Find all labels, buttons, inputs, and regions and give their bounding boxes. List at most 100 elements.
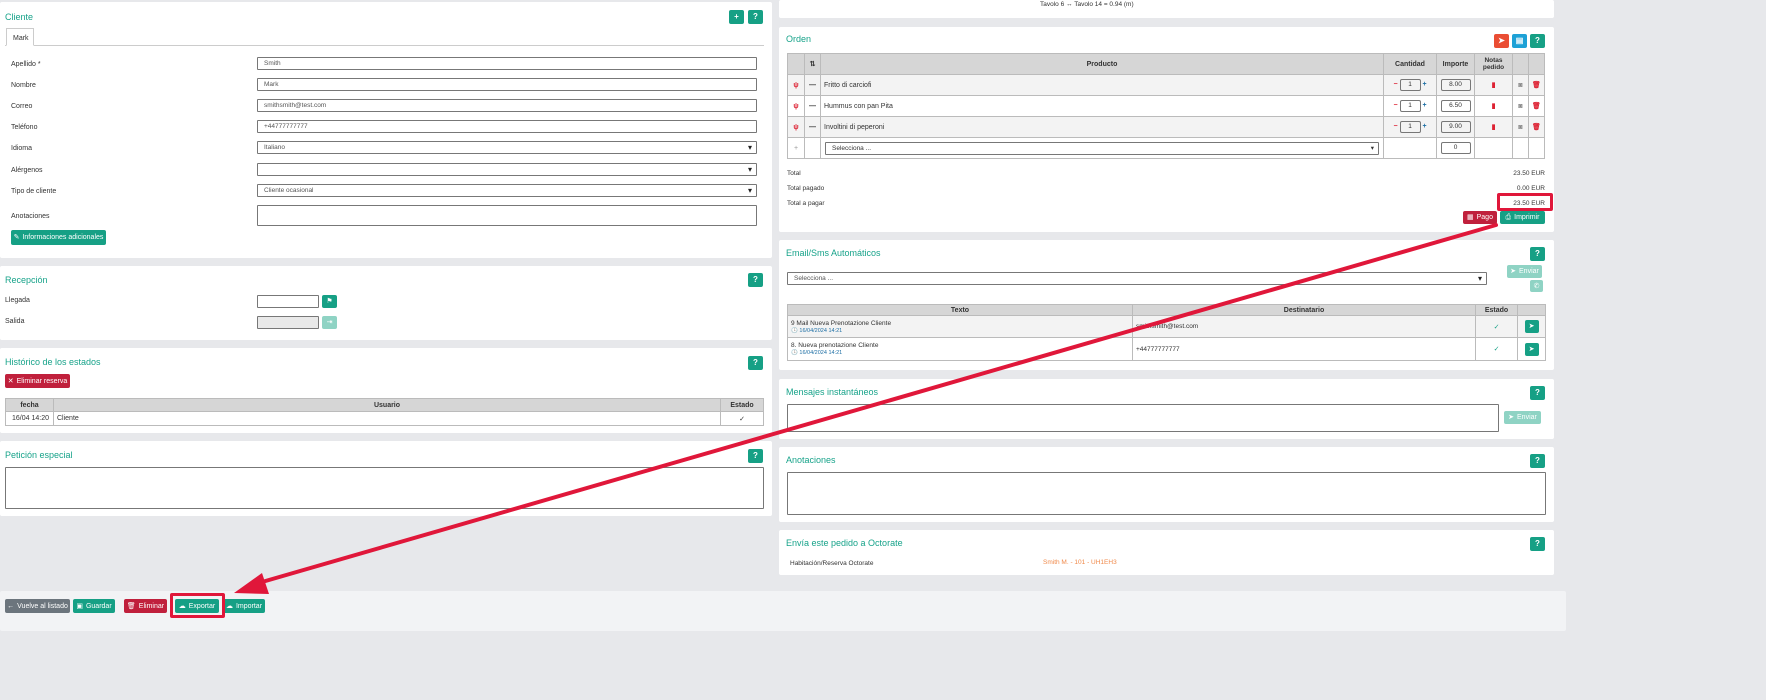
salida-exit-button[interactable]: ⇥ <box>322 316 337 329</box>
minus-icon[interactable]: − <box>1393 102 1397 109</box>
note-icon[interactable]: ▮ <box>1474 95 1513 117</box>
anotaciones-panel: Anotaciones ? <box>779 447 1554 522</box>
imprimir-button[interactable]: ⎙ Imprimir <box>1500 211 1545 224</box>
minus-icon[interactable]: − <box>1393 81 1397 88</box>
sent-check-icon: ✓ <box>1475 315 1518 338</box>
total-pagar-highlight-box <box>1497 193 1553 211</box>
email-enviar-button[interactable]: ➤ Enviar <box>1507 265 1542 278</box>
octorate-help-button[interactable]: ? <box>1530 537 1545 551</box>
qty-value[interactable]: 1 <box>1399 79 1421 91</box>
fecha-text: 16/04/2024 14:21 <box>799 350 843 356</box>
mensajes-textarea[interactable] <box>787 404 1499 432</box>
trash-icon[interactable]: 🗑 <box>1528 95 1545 117</box>
resend-button[interactable]: ➤ <box>1524 320 1539 333</box>
paper-plane-icon: ➤ <box>1510 268 1517 275</box>
guardar-button[interactable]: ▣ Guardar <box>73 599 115 613</box>
price-input[interactable]: 9.00 <box>1436 116 1475 138</box>
row-estado: ✓ <box>720 411 764 426</box>
recepcion-title: Recepción <box>5 275 48 285</box>
plus-icon[interactable]: + <box>1422 123 1426 130</box>
historico-help-button[interactable]: ? <box>748 356 763 370</box>
vuelve-listado-button[interactable]: ← Vuelve al listado <box>5 599 70 613</box>
chevron-down-icon: ▾ <box>1370 144 1374 152</box>
nombre-input[interactable]: Mark <box>257 78 757 91</box>
telefono-input[interactable]: +44777777777 <box>257 120 757 133</box>
correo-input[interactable]: smithsmith@test.com <box>257 99 757 112</box>
paper-plane-icon: ➤ <box>1508 414 1515 421</box>
flag-icon: ⚑ <box>326 298 333 305</box>
mensajes-help-button[interactable]: ? <box>1530 386 1545 400</box>
drag-handle[interactable]: — <box>804 95 821 117</box>
price-input[interactable]: 8.00 <box>1436 74 1475 96</box>
empty-cell <box>1528 137 1545 159</box>
mensajes-enviar-button[interactable]: ➤ Enviar <box>1504 411 1541 424</box>
qty-stepper[interactable]: − 1 + <box>1383 95 1437 117</box>
eye-icon[interactable]: ◙ <box>1512 116 1529 138</box>
idioma-select[interactable]: Italiano <box>257 141 757 154</box>
cliente-panel: Cliente + ? Mark Apellido * Smith Nombre… <box>0 2 772 258</box>
qty-value[interactable]: 1 <box>1399 121 1421 133</box>
print-ticket-button[interactable]: ▤ <box>1512 34 1527 48</box>
fecha-value: 🕓 16/04/2024 14:21 <box>791 350 843 356</box>
eye-icon[interactable]: ◙ <box>1512 95 1529 117</box>
apellido-input[interactable]: Smith <box>257 57 757 70</box>
qty-stepper[interactable]: − 1 + <box>1383 74 1437 96</box>
pago-button[interactable]: ▦ Pago <box>1463 211 1497 224</box>
minus-icon[interactable]: − <box>1393 123 1397 130</box>
price-value[interactable]: 8.00 <box>1440 79 1471 91</box>
eye-icon[interactable]: ◙ <box>1512 74 1529 96</box>
item-name: Fritto di carciofi <box>820 74 1384 96</box>
col-sort[interactable]: ⇅ <box>804 53 821 75</box>
drag-handle[interactable]: — <box>804 74 821 96</box>
new-product-placeholder: Selecciona ... <box>832 144 872 152</box>
price-input[interactable]: 6.50 <box>1436 95 1475 117</box>
email-help-button[interactable]: ? <box>1530 247 1545 261</box>
orden-help-button[interactable]: ? <box>1530 34 1545 48</box>
llegada-input[interactable] <box>257 295 319 308</box>
new-price-value[interactable]: 0 <box>1440 142 1471 154</box>
llegada-flag-button[interactable]: ⚑ <box>322 295 337 308</box>
anotaciones-input[interactable] <box>257 205 757 226</box>
qty-stepper[interactable]: − 1 + <box>1383 116 1437 138</box>
send-order-button[interactable]: ➤ <box>1494 34 1509 48</box>
peticion-help-button[interactable]: ? <box>748 449 763 463</box>
new-price-input[interactable]: 0 <box>1436 137 1475 159</box>
email-template-select[interactable]: Selecciona ... <box>787 272 1487 285</box>
plus-icon[interactable]: + <box>1422 102 1426 109</box>
recepcion-help-button[interactable]: ? <box>748 273 763 287</box>
plus-icon[interactable]: + <box>1422 81 1426 88</box>
peticion-title: Petición especial <box>5 450 73 460</box>
octorate-value-link[interactable]: Smith M. - 101 - UH1EH3 <box>1043 559 1117 566</box>
new-product-select[interactable]: Selecciona ... ▾ <box>820 137 1384 159</box>
resend-cell: ➤ <box>1517 315 1546 338</box>
eliminar-reserva-button[interactable]: ✕ Eliminar reserva <box>5 374 70 388</box>
note-icon[interactable]: ▮ <box>1474 74 1513 96</box>
drag-handle[interactable]: — <box>804 116 821 138</box>
informaciones-adicionales-button[interactable]: ✎ Informaciones adicionales <box>11 230 106 245</box>
price-value[interactable]: 9.00 <box>1440 121 1471 133</box>
col-delete <box>1528 53 1545 75</box>
price-value[interactable]: 6.50 <box>1440 100 1471 112</box>
anotaciones-help-button[interactable]: ? <box>1530 454 1545 468</box>
note-icon[interactable]: ▮ <box>1474 116 1513 138</box>
anotaciones-textarea[interactable] <box>787 472 1546 515</box>
add-client-button[interactable]: + <box>729 10 744 24</box>
document-icon: ▤ <box>1515 36 1524 45</box>
tipo-cliente-select[interactable]: Cliente ocasional <box>257 184 757 197</box>
peticion-textarea[interactable] <box>5 467 764 509</box>
resend-button[interactable]: ➤ <box>1524 342 1539 356</box>
octorate-panel: Envía este pedido a Octorate ? Habitació… <box>779 530 1554 575</box>
cliente-help-button[interactable]: ? <box>748 10 763 24</box>
trash-icon[interactable]: 🗑 <box>1528 74 1545 96</box>
table-row: ψ — Fritto di carciofi − 1 + 8.00 ▮ ◙ 🗑 <box>787 74 1545 96</box>
whatsapp-button[interactable]: ✆ <box>1530 280 1543 292</box>
alergenos-select[interactable] <box>257 163 757 176</box>
add-item-icon[interactable]: + <box>787 137 805 159</box>
email-enviar-label: Enviar <box>1519 268 1539 275</box>
tab-mark[interactable]: Mark <box>6 28 34 46</box>
eliminar-button[interactable]: 🗑 Eliminar <box>124 599 167 613</box>
qty-value[interactable]: 1 <box>1399 100 1421 112</box>
tab-mark-label: Mark <box>13 35 29 42</box>
trash-icon[interactable]: 🗑 <box>1528 116 1545 138</box>
importar-button[interactable]: ☁ Importar <box>223 599 265 613</box>
